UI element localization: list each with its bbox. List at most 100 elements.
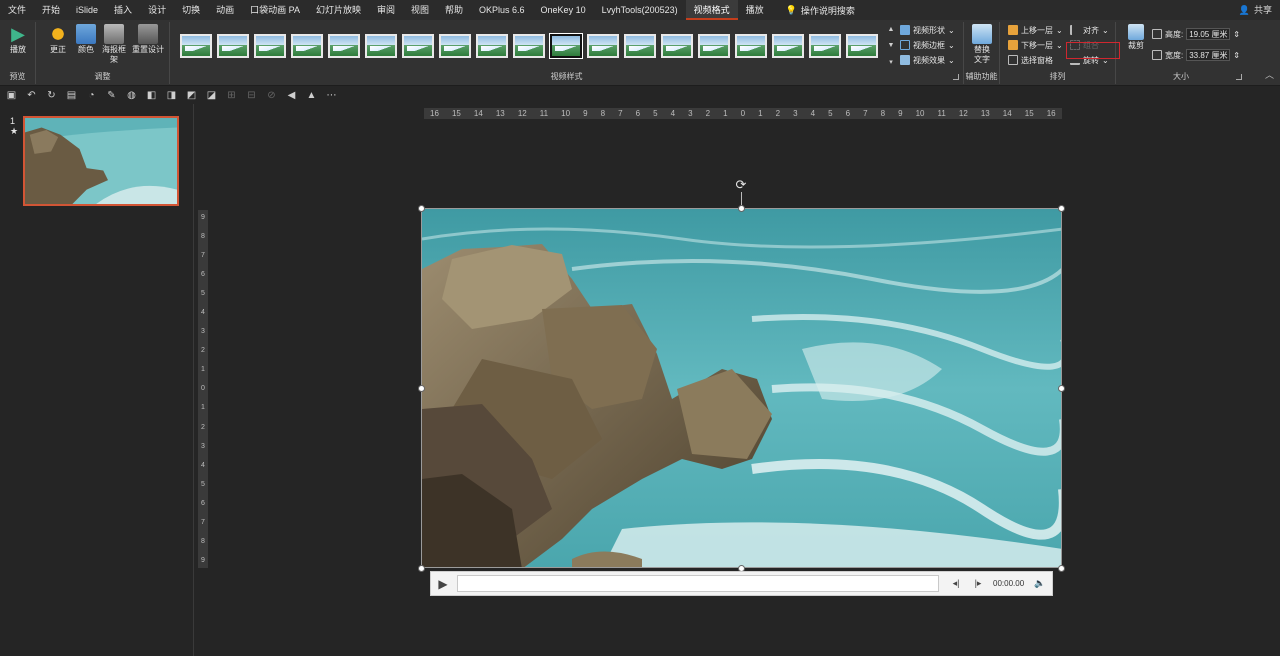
resize-handle-bottom-right[interactable] — [1058, 565, 1065, 572]
height-spinner-icon[interactable]: ⇕ — [1233, 30, 1240, 39]
width-spinner-icon[interactable]: ⇕ — [1233, 51, 1240, 60]
alt-text-icon — [972, 24, 992, 44]
menu-tab-15[interactable]: 视频格式 — [685, 0, 738, 20]
video-style-thumb[interactable] — [735, 34, 767, 58]
resize-handle-top[interactable] — [738, 205, 745, 212]
bring-forward-qat-icon[interactable]: ◨ — [166, 90, 177, 101]
format-painter-icon[interactable]: ✎ — [106, 90, 117, 101]
video-style-thumb[interactable] — [291, 34, 323, 58]
video-shape-button[interactable]: 视频形状 ⌄ — [900, 23, 955, 37]
menu-tab-0[interactable]: 文件 — [0, 0, 34, 20]
video-style-thumb[interactable] — [254, 34, 286, 58]
video-styles-dialog-launcher[interactable] — [953, 74, 959, 80]
play-pause-icon[interactable]: ▶ — [431, 577, 455, 591]
resize-handle-right[interactable] — [1058, 385, 1065, 392]
resize-handle-top-left[interactable] — [418, 205, 425, 212]
video-effects-button[interactable]: 视频效果 ⌄ — [900, 53, 955, 67]
video-style-thumb[interactable] — [476, 34, 508, 58]
bring-front-icon[interactable]: ◧ — [146, 90, 157, 101]
volume-icon[interactable]: 🔈 — [1029, 578, 1051, 589]
ungroup-qat-icon[interactable]: ⊟ — [246, 90, 257, 101]
video-style-thumb[interactable] — [402, 34, 434, 58]
collapse-ribbon-icon[interactable]: ︿ — [1265, 68, 1274, 81]
menu-tab-7[interactable]: 口袋动画 PA — [242, 0, 308, 20]
reset-design-button[interactable]: 重置设计 — [130, 24, 166, 55]
resize-handle-bottom-left[interactable] — [418, 565, 425, 572]
search-box[interactable]: 💡 操作说明搜索 — [786, 4, 855, 17]
video-progress-bar[interactable] — [457, 575, 939, 592]
alt-text-button[interactable]: 替换文字 — [968, 24, 996, 65]
menu-tab-11[interactable]: 帮助 — [437, 0, 471, 20]
video-style-thumb[interactable] — [180, 34, 212, 58]
send-backward-button[interactable]: 下移一层 ⌄ — [1008, 38, 1063, 52]
menu-tab-10[interactable]: 视图 — [403, 0, 437, 20]
resize-handle-left[interactable] — [418, 385, 425, 392]
menu-tab-5[interactable]: 切换 — [174, 0, 208, 20]
video-style-thumb[interactable] — [772, 34, 804, 58]
play-button[interactable]: ▶ 播放 — [4, 24, 32, 55]
menu-tab-1[interactable]: 开始 — [34, 0, 68, 20]
align-button[interactable]: 对齐 ⌄ — [1070, 23, 1109, 37]
color-image-icon — [76, 24, 96, 44]
crop-button[interactable]: 裁剪 — [1122, 24, 1150, 51]
size-dialog-launcher[interactable] — [1236, 74, 1242, 80]
video-style-thumb[interactable] — [550, 34, 582, 58]
rotate-qat-icon[interactable]: ⊘ — [266, 90, 277, 101]
bring-forward-button[interactable]: 上移一层 ⌄ — [1008, 23, 1063, 37]
textbox-icon[interactable]: ▤ — [66, 90, 77, 101]
video-style-thumb[interactable] — [328, 34, 360, 58]
menu-tab-3[interactable]: 插入 — [106, 0, 140, 20]
menu-tab-4[interactable]: 设计 — [140, 0, 174, 20]
video-style-thumb[interactable] — [587, 34, 619, 58]
video-style-thumb[interactable] — [365, 34, 397, 58]
menu-tab-14[interactable]: LvyhTools(200523) — [594, 0, 686, 20]
flip-horizontal-icon[interactable]: ◀ — [286, 90, 297, 101]
slide-thumbnail-1[interactable] — [23, 116, 179, 206]
video-style-thumb[interactable] — [439, 34, 471, 58]
menu-tab-12[interactable]: OKPlus 6.6 — [471, 0, 533, 20]
video-style-thumb[interactable] — [661, 34, 693, 58]
menu-tab-6[interactable]: 动画 — [208, 0, 242, 20]
undo-icon[interactable]: ↶ — [26, 90, 37, 101]
color-button[interactable]: 颜色 — [72, 24, 100, 55]
group-qat-icon[interactable]: ⊞ — [226, 90, 237, 101]
poster-frame-button[interactable]: 海报框架 — [100, 24, 128, 65]
send-backward-qat-icon[interactable]: ◩ — [186, 90, 197, 101]
video-style-thumb[interactable] — [698, 34, 730, 58]
video-style-thumb[interactable] — [846, 34, 878, 58]
group-accessibility: 替换文字 辅助功能 — [964, 22, 1000, 84]
video-style-thumb[interactable] — [624, 34, 656, 58]
gallery-up-icon[interactable]: ▲ — [888, 26, 895, 33]
menu-tab-13[interactable]: OneKey 10 — [533, 0, 594, 20]
height-input[interactable]: 19.05 厘米 — [1186, 28, 1231, 40]
send-back-icon[interactable]: ◪ — [206, 90, 217, 101]
eraser-icon[interactable]: ◍ — [126, 90, 137, 101]
flip-vertical-icon[interactable]: ▲ — [306, 90, 317, 101]
video-style-thumb[interactable] — [513, 34, 545, 58]
gallery-more-icon[interactable]: ▾ — [889, 58, 893, 66]
ruler-tick-label: 0 — [201, 385, 205, 393]
selection-pane-button[interactable]: 选择窗格 — [1008, 53, 1053, 67]
menu-tab-8[interactable]: 幻灯片放映 — [308, 0, 369, 20]
height-icon — [1152, 29, 1162, 39]
width-input[interactable]: 33.87 厘米 — [1186, 49, 1231, 61]
share-button[interactable]: 👤 共享 — [1239, 0, 1272, 20]
correct-button[interactable]: 更正 — [44, 24, 72, 55]
menu-tab-2[interactable]: iSlide — [68, 0, 106, 20]
step-forward-icon[interactable]: |▸ — [967, 578, 989, 589]
save-icon[interactable]: ▣ — [6, 90, 17, 101]
menu-tab-16[interactable]: 播放 — [738, 0, 772, 20]
ruler-tick-label: 14 — [473, 109, 483, 118]
customize-qat-icon[interactable]: ⋯ — [326, 90, 337, 101]
gallery-down-icon[interactable]: ▼ — [888, 42, 895, 49]
video-style-thumb[interactable] — [217, 34, 249, 58]
rotate-handle-icon[interactable]: ⟳ — [734, 178, 748, 192]
step-back-icon[interactable]: ◂| — [945, 578, 967, 589]
redo-icon[interactable]: ↻ — [46, 90, 57, 101]
video-style-thumb[interactable] — [809, 34, 841, 58]
video-object[interactable] — [421, 208, 1062, 568]
menu-tab-9[interactable]: 审阅 — [369, 0, 403, 20]
video-border-button[interactable]: 视频边框 ⌄ — [900, 38, 955, 52]
shape-icon[interactable]: ◔ — [86, 90, 97, 101]
resize-handle-top-right[interactable] — [1058, 205, 1065, 212]
